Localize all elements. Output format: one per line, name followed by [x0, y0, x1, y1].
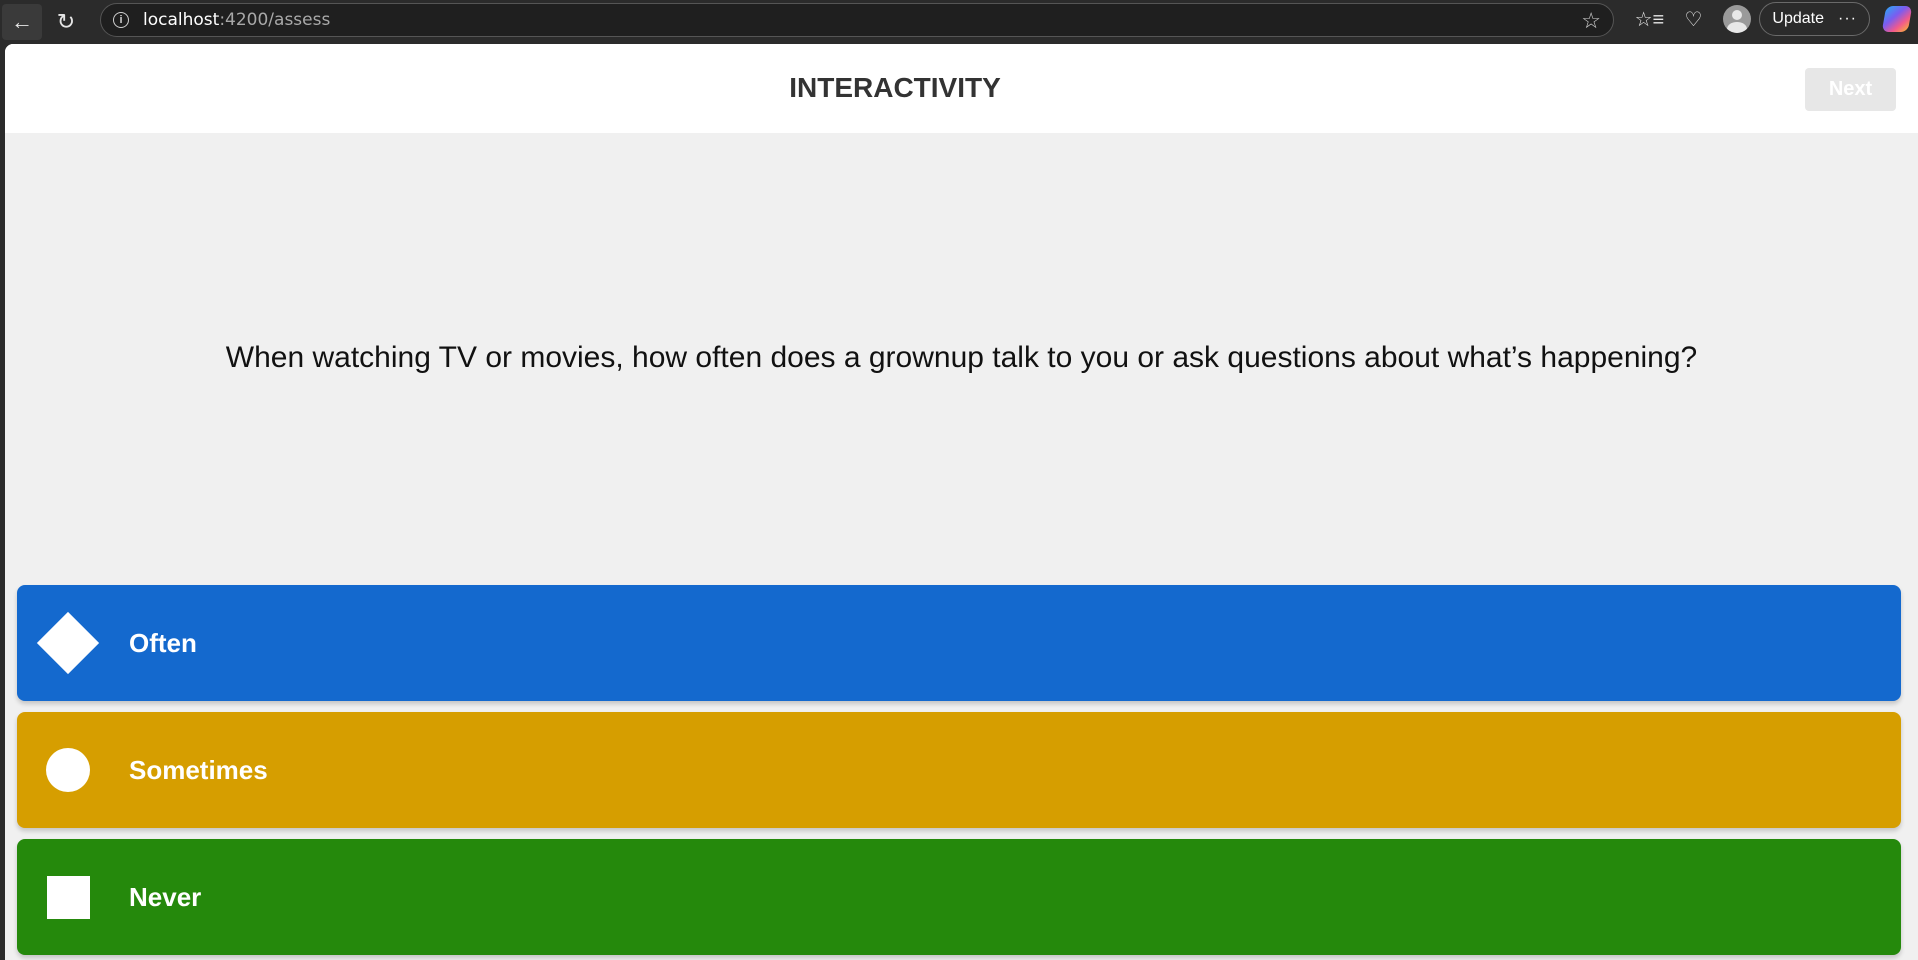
update-button[interactable]: Update ···	[1759, 2, 1870, 36]
browser-toolbar: ← ↻ i localhost:4200/assess ☆ ☆≡ ♡ Updat…	[0, 0, 1918, 44]
url-host: localhost	[143, 10, 220, 30]
browser-essentials-heart-icon[interactable]: ♡	[1671, 7, 1715, 32]
page-content: INTERACTIVITY Next When watching TV or m…	[5, 44, 1918, 960]
diamond-icon	[36, 611, 100, 675]
answer-label: Often	[129, 627, 197, 658]
app-header: INTERACTIVITY Next	[5, 44, 1918, 133]
answer-label: Sometimes	[129, 754, 268, 785]
copilot-icon[interactable]	[1881, 6, 1913, 32]
square-icon	[37, 866, 99, 928]
info-icon[interactable]: i	[113, 12, 129, 28]
address-bar[interactable]: i localhost:4200/assess ☆	[100, 3, 1614, 37]
answer-often-button[interactable]: Often	[17, 585, 1901, 701]
next-button[interactable]: Next	[1805, 68, 1896, 111]
more-menu-icon[interactable]: ···	[1838, 10, 1857, 28]
answer-never-button[interactable]: Never	[17, 839, 1901, 955]
url-text[interactable]: localhost:4200/assess	[143, 10, 330, 30]
answer-label: Never	[129, 881, 202, 912]
favorites-list-icon[interactable]: ☆≡	[1627, 7, 1671, 32]
url-path: :4200/assess	[219, 10, 331, 30]
page-title: INTERACTIVITY	[789, 72, 1001, 103]
circle-icon	[37, 739, 99, 801]
question-text: When watching TV or movies, how often do…	[225, 341, 1698, 374]
toolbar-right: ☆≡ ♡ Update ···	[1627, 0, 1918, 38]
reload-icon[interactable]: ↻	[46, 4, 86, 40]
answer-sometimes-button[interactable]: Sometimes	[17, 712, 1901, 828]
profile-avatar-icon[interactable]	[1723, 5, 1752, 33]
update-label: Update	[1772, 10, 1825, 27]
back-arrow-icon[interactable]: ←	[2, 4, 42, 40]
favorite-star-icon[interactable]: ☆	[1581, 8, 1601, 34]
